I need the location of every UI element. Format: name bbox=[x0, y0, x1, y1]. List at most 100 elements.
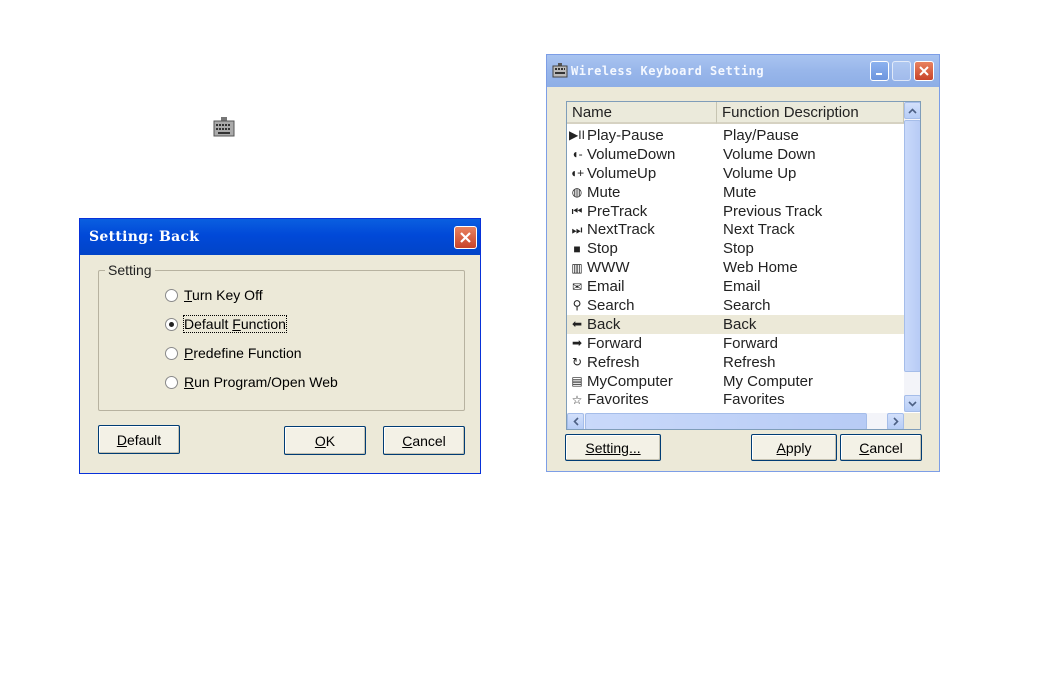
scroll-left-button[interactable] bbox=[567, 413, 584, 429]
list-item-description: Volume Up bbox=[723, 164, 797, 182]
horizontal-scrollbar[interactable] bbox=[567, 413, 904, 429]
scrollbar-corner bbox=[904, 413, 920, 429]
cancel-button[interactable]: Cancel bbox=[840, 434, 922, 461]
list-item-description: Refresh bbox=[723, 353, 776, 371]
list-item-name: ◖+ VolumeUp bbox=[567, 165, 723, 182]
horizontal-scroll-thumb[interactable] bbox=[585, 413, 867, 429]
list-item-description: Play/Pause bbox=[723, 126, 799, 144]
scroll-down-button[interactable] bbox=[904, 395, 920, 412]
list-item-name: ◖- VolumeDown bbox=[567, 146, 723, 163]
scroll-right-button[interactable] bbox=[887, 413, 904, 429]
function-list[interactable]: Name Function Description ▶II Play-Pause P… bbox=[566, 101, 921, 430]
list-item[interactable]: ▶II Play-Pause Play/Pause bbox=[567, 126, 904, 145]
list-item-description: My Computer bbox=[723, 372, 814, 390]
list-item-label: Refresh bbox=[587, 353, 640, 371]
radio-button[interactable] bbox=[165, 375, 178, 389]
radio-button[interactable] bbox=[165, 288, 178, 302]
default-button[interactable]: Default bbox=[98, 425, 180, 454]
list-item-label: Play-Pause bbox=[587, 126, 664, 144]
close-icon bbox=[919, 66, 929, 76]
list-item-name: ⬅ Back bbox=[567, 316, 723, 333]
list-item-label: Stop bbox=[587, 240, 618, 258]
list-item-name: ▶II Play-Pause bbox=[567, 127, 723, 144]
vertical-scrollbar[interactable] bbox=[904, 102, 920, 412]
list-item[interactable]: ◖- VolumeDown Volume Down bbox=[567, 145, 904, 164]
ok-button[interactable]: OK bbox=[284, 426, 366, 455]
radio-button[interactable] bbox=[165, 346, 178, 360]
email-icon: ✉ bbox=[571, 279, 583, 294]
list-item-description: Next Track bbox=[723, 221, 795, 239]
scroll-up-button[interactable] bbox=[904, 102, 920, 119]
list-item[interactable]: ➡ Forward Forward bbox=[567, 334, 904, 353]
list-item-label: NextTrack bbox=[587, 221, 655, 239]
column-header-description[interactable]: Function Description bbox=[717, 102, 904, 124]
list-item[interactable]: ☆ Favorites Favorites bbox=[567, 390, 904, 409]
list-item-description: Previous Track bbox=[723, 202, 823, 220]
list-item-name: ▤ MyComputer bbox=[567, 373, 723, 390]
setting-button[interactable]: Setting... bbox=[565, 434, 661, 461]
setting-dialog: Setting: Back Setting Turn Key Off Defau… bbox=[79, 218, 481, 474]
forward-arrow-icon: ➡ bbox=[571, 336, 583, 351]
list-item[interactable]: ⏭ NextTrack Next Track bbox=[567, 220, 904, 239]
list-item-name: ⏭ NextTrack bbox=[567, 221, 723, 238]
list-item-description: Web Home bbox=[723, 259, 798, 277]
close-button[interactable] bbox=[914, 61, 934, 81]
list-item[interactable]: ↻ Refresh Refresh bbox=[567, 353, 904, 372]
list-item[interactable]: ■ Stop Stop bbox=[567, 239, 904, 258]
vertical-scroll-thumb[interactable] bbox=[904, 120, 920, 372]
title-bar[interactable]: Setting: Back bbox=[80, 219, 480, 255]
list-rows: ▶II Play-Pause Play/Pause ◖- VolumeDown Volum… bbox=[567, 126, 904, 409]
back-arrow-icon: ⬅ bbox=[571, 317, 583, 332]
cancel-button[interactable]: Cancel bbox=[383, 426, 465, 455]
list-item-description: Stop bbox=[723, 240, 754, 258]
volume-up-icon: ◖+ bbox=[569, 166, 585, 181]
column-header-name[interactable]: Name bbox=[567, 102, 717, 124]
list-item-label: Mute bbox=[587, 183, 621, 201]
apply-button[interactable]: Apply bbox=[751, 434, 837, 461]
list-item-name: ☆ Favorites bbox=[567, 391, 723, 408]
list-item[interactable]: ◖+ VolumeUp Volume Up bbox=[567, 164, 904, 183]
list-header: Name Function Description bbox=[567, 102, 904, 124]
search-icon: ⚲ bbox=[572, 298, 582, 313]
radio-label: Turn Key Off bbox=[184, 287, 263, 303]
list-item[interactable]: ⏮ PreTrack Previous Track bbox=[567, 202, 904, 221]
radio-default-function[interactable]: Default Function bbox=[165, 314, 287, 334]
list-item-name: ✉ Email bbox=[567, 278, 723, 295]
list-item-label: Search bbox=[587, 296, 635, 314]
radio-button-selected[interactable] bbox=[165, 317, 178, 331]
list-item-description: Favorites bbox=[723, 391, 785, 409]
list-item-label: MyComputer bbox=[587, 372, 673, 390]
group-label: Setting bbox=[105, 262, 155, 278]
dialog-title: Setting: Back bbox=[89, 229, 200, 245]
list-item[interactable]: ✉ Email Email bbox=[567, 277, 904, 296]
list-item[interactable]: ◍ Mute Mute bbox=[567, 183, 904, 202]
title-bar[interactable]: Wireless Keyboard Setting bbox=[547, 55, 939, 87]
list-item-description: Volume Down bbox=[723, 145, 816, 163]
list-item-description: Email bbox=[723, 278, 761, 296]
radio-predefine-function[interactable]: Predefine Function bbox=[165, 343, 302, 363]
previous-track-icon: ⏮ bbox=[571, 204, 583, 218]
list-item-name: ▥ WWW bbox=[567, 259, 723, 276]
minimize-button[interactable] bbox=[870, 61, 889, 81]
list-item[interactable]: ⚲ Search Search bbox=[567, 296, 904, 315]
stop-icon: ■ bbox=[573, 241, 581, 256]
chevron-up-icon bbox=[908, 107, 917, 114]
radio-run-program[interactable]: Run Program/Open Web bbox=[165, 372, 338, 392]
list-item[interactable]: ▤ MyComputer My Computer bbox=[567, 372, 904, 391]
play-pause-icon: ▶II bbox=[569, 128, 585, 143]
keyboard-icon[interactable] bbox=[212, 116, 236, 138]
chevron-left-icon bbox=[572, 417, 579, 426]
list-item-name: ■ Stop bbox=[567, 240, 723, 257]
list-item-label: Email bbox=[587, 278, 625, 296]
next-track-icon: ⏭ bbox=[571, 222, 583, 237]
radio-label: Default Function bbox=[183, 315, 287, 333]
minimize-icon bbox=[876, 72, 882, 75]
list-item[interactable]: ▥ WWW Web Home bbox=[567, 258, 904, 277]
radio-turn-key-off[interactable]: Turn Key Off bbox=[165, 285, 263, 305]
list-item-name: ➡ Forward bbox=[567, 335, 723, 352]
close-button[interactable] bbox=[454, 226, 477, 249]
favorites-icon: ☆ bbox=[571, 392, 583, 407]
mute-icon: ◍ bbox=[571, 185, 583, 200]
chevron-down-icon bbox=[908, 400, 917, 407]
list-item[interactable]: ⬅ Back Back bbox=[567, 314, 904, 334]
